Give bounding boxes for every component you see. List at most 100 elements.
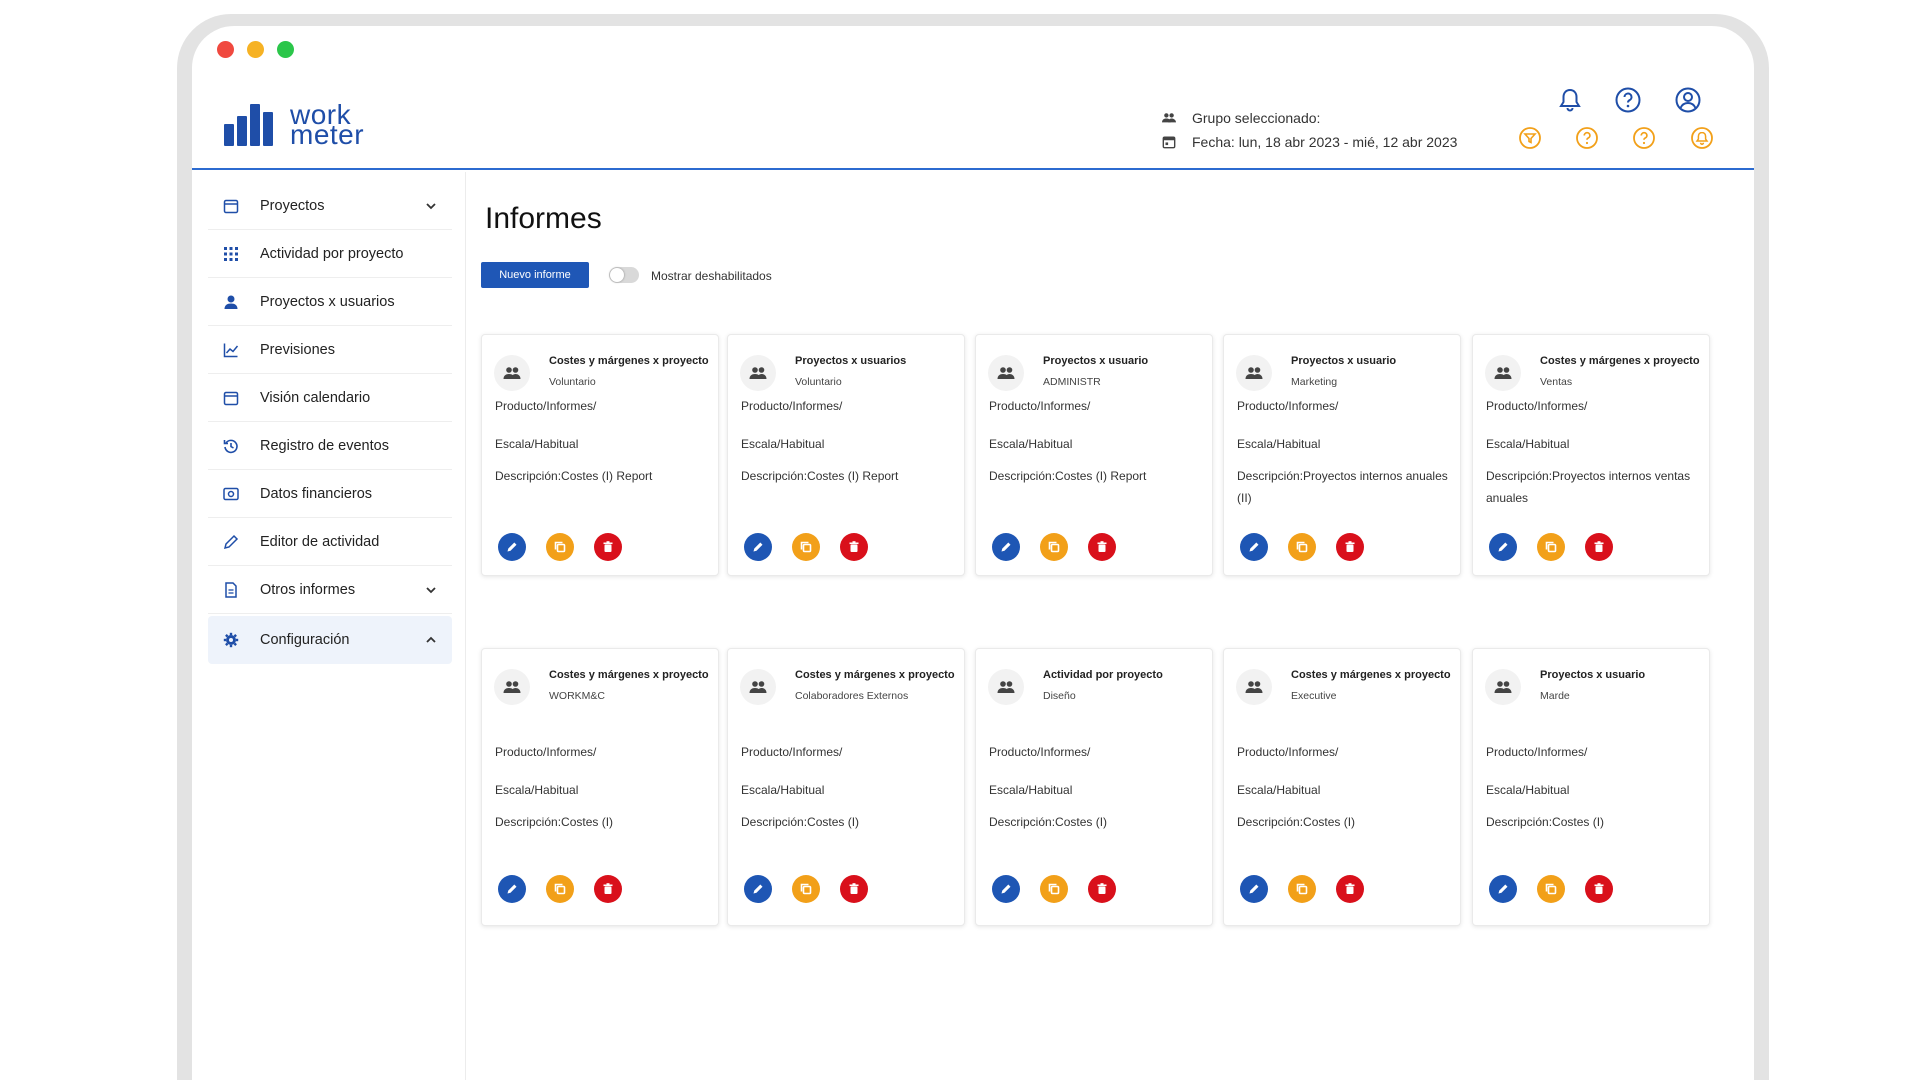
report-card-path: Producto/Informes/	[741, 745, 843, 759]
report-card-subtitle: Executive	[1291, 690, 1337, 702]
report-card-actions	[498, 875, 628, 903]
sidebar-item-previsiones[interactable]: Previsiones	[208, 326, 452, 374]
report-card-scale: Escala/Habitual	[741, 437, 825, 451]
edit-button[interactable]	[992, 533, 1020, 561]
delete-button[interactable]	[1336, 533, 1364, 561]
delete-button[interactable]	[594, 875, 622, 903]
edit-button[interactable]	[744, 533, 772, 561]
close-window-button[interactable]	[217, 41, 234, 58]
duplicate-button[interactable]	[546, 533, 574, 561]
alert-icon[interactable]	[1690, 126, 1714, 150]
report-card[interactable]: Proyectos x usuario ADMINISTR Producto/Inf…	[975, 334, 1213, 576]
delete-button[interactable]	[594, 533, 622, 561]
report-card[interactable]: Costes y márgenes x proyecto Colaboradore…	[727, 648, 965, 926]
sidebar-item-datos-financieros[interactable]: Datos financieros	[208, 470, 452, 518]
copy-icon	[1047, 882, 1061, 896]
edit-button[interactable]	[1240, 533, 1268, 561]
report-card-path: Producto/Informes/	[495, 745, 597, 759]
chevron-up-icon[interactable]	[424, 633, 438, 647]
edit-button[interactable]	[1489, 875, 1517, 903]
report-card-path: Producto/Informes/	[495, 399, 597, 413]
report-card-title: Costes y márgenes x proyecto	[1291, 669, 1451, 681]
help-icon[interactable]	[1632, 126, 1656, 150]
report-card-description: Descripción:Costes (I) Report	[741, 469, 899, 483]
help-icon[interactable]	[1575, 126, 1599, 150]
duplicate-button[interactable]	[1537, 533, 1565, 561]
duplicate-button[interactable]	[546, 875, 574, 903]
chevron-down-icon[interactable]	[424, 583, 438, 597]
duplicate-button[interactable]	[792, 875, 820, 903]
duplicate-button[interactable]	[1040, 533, 1068, 561]
group-icon	[740, 669, 776, 705]
delete-button[interactable]	[840, 875, 868, 903]
report-card[interactable]: Costes y márgenes x proyecto Executive Pro…	[1223, 648, 1461, 926]
duplicate-button[interactable]	[1537, 875, 1565, 903]
delete-button[interactable]	[1336, 875, 1364, 903]
edit-button[interactable]	[498, 875, 526, 903]
report-card-subtitle: Ventas	[1540, 376, 1573, 388]
chevron-down-icon[interactable]	[424, 199, 438, 213]
bell-icon[interactable]	[1556, 86, 1584, 114]
filter-icon[interactable]	[1518, 126, 1542, 150]
report-card-path: Producto/Informes/	[1486, 399, 1588, 413]
sidebar-item-vision-calendario[interactable]: Visión calendario	[208, 374, 452, 422]
report-card-path: Producto/Informes/	[989, 399, 1091, 413]
report-card[interactable]: Costes y márgenes x proyecto Voluntario Pr…	[481, 334, 719, 576]
edit-button[interactable]	[744, 875, 772, 903]
sidebar-item-configuracion[interactable]: Configuración	[208, 616, 452, 664]
group-icon	[494, 355, 530, 391]
logo-bar	[224, 124, 234, 146]
pencil-icon	[1247, 882, 1261, 896]
report-card[interactable]: Proyectos x usuario Marde Producto/Informe…	[1472, 648, 1710, 926]
copy-icon	[1295, 540, 1309, 554]
edit-button[interactable]	[498, 533, 526, 561]
show-disabled-toggle[interactable]	[609, 267, 639, 283]
report-card[interactable]: Actividad por proyecto Diseño Producto/Inf…	[975, 648, 1213, 926]
user-circle-icon[interactable]	[1674, 86, 1702, 114]
duplicate-button[interactable]	[1288, 533, 1316, 561]
maximize-window-button[interactable]	[277, 41, 294, 58]
edit-button[interactable]	[1489, 533, 1517, 561]
edit-button[interactable]	[992, 875, 1020, 903]
delete-button[interactable]	[840, 533, 868, 561]
report-card-title: Proyectos x usuarios	[795, 355, 907, 367]
edit-button[interactable]	[1240, 875, 1268, 903]
pencil-icon	[1247, 540, 1261, 554]
report-card[interactable]: Proyectos x usuarios Voluntario Producto/I…	[727, 334, 965, 576]
duplicate-button[interactable]	[792, 533, 820, 561]
app-window: work meter Grupo seleccionado: Fecha: lu…	[192, 26, 1754, 1080]
group-icon	[988, 669, 1024, 705]
sidebar-item-editor-de-actividad[interactable]: Editor de actividad	[208, 518, 452, 566]
delete-button[interactable]	[1088, 875, 1116, 903]
report-card-actions	[992, 875, 1122, 903]
sidebar-item-otros-informes[interactable]: Otros informes	[208, 566, 452, 614]
sidebar-item-actividad-por-proyecto[interactable]: Actividad por proyecto	[208, 230, 452, 278]
workmeter-logo[interactable]: work meter	[224, 100, 384, 149]
report-card-description: Descripción:Proyectos internos ventas an…	[1486, 469, 1691, 505]
pencil-icon	[999, 882, 1013, 896]
sidebar-item-registro-de-eventos[interactable]: Registro de eventos	[208, 422, 452, 470]
report-card[interactable]: Proyectos x usuario Marketing Producto/Inf…	[1223, 334, 1461, 576]
sidebar-item-proyectos[interactable]: Proyectos	[208, 182, 452, 230]
trash-icon	[1095, 882, 1109, 896]
sidebar-item-label: Previsiones	[260, 341, 335, 358]
pencil-icon	[1496, 540, 1510, 554]
duplicate-button[interactable]	[1040, 875, 1068, 903]
report-card[interactable]: Costes y márgenes x proyecto Ventas Produc…	[1472, 334, 1710, 576]
help-circle-icon[interactable]	[1614, 86, 1642, 114]
report-card-subtitle: ADMINISTR	[1043, 376, 1101, 388]
minimize-window-button[interactable]	[247, 41, 264, 58]
duplicate-button[interactable]	[1288, 875, 1316, 903]
sidebar-item-proyectos-x-usuarios[interactable]: Proyectos x usuarios	[208, 278, 452, 326]
sidebar-item-label: Registro de eventos	[260, 437, 389, 454]
report-card-subtitle: Colaboradores Externos	[795, 690, 909, 702]
report-card-description: Descripción:Proyectos internos anuales (…	[1237, 469, 1448, 505]
delete-button[interactable]	[1088, 533, 1116, 561]
new-report-button[interactable]: Nuevo informe	[481, 262, 589, 288]
report-card[interactable]: Costes y márgenes x proyecto WORKM&C Produ…	[481, 648, 719, 926]
delete-button[interactable]	[1585, 875, 1613, 903]
person-icon	[222, 293, 240, 311]
delete-button[interactable]	[1585, 533, 1613, 561]
report-card-scale: Escala/Habitual	[1237, 783, 1321, 797]
report-card-subtitle: Marketing	[1291, 376, 1338, 388]
